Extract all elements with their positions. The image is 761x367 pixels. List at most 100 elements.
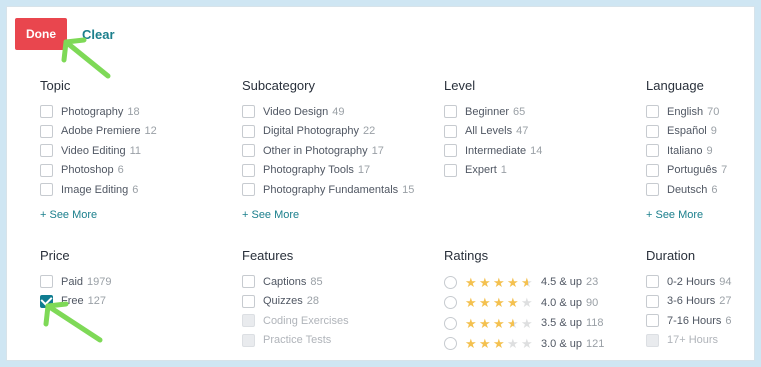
see-more-link[interactable]: + See More [646, 209, 751, 221]
option-count: 12 [144, 125, 157, 138]
checkbox[interactable] [40, 144, 53, 158]
filter-option[interactable]: ★ ★ ★ ★ ★ 4.5 & up 23 [444, 272, 634, 293]
checkbox[interactable] [242, 275, 255, 289]
checkbox[interactable] [242, 163, 255, 177]
filter-option[interactable]: Image Editing 6 [40, 180, 230, 200]
option-count: 18 [127, 105, 140, 118]
filter-group-topic: Topic Photography 18 Adobe Premiere 12 Video … [40, 78, 230, 221]
checkbox[interactable] [242, 294, 255, 308]
star-rating: ★ ★ ★ ★ ★ [465, 317, 535, 330]
checkbox[interactable] [646, 144, 659, 158]
filter-option[interactable]: Photography Fundamentals 15 [242, 180, 442, 200]
filter-option[interactable]: Beginner 65 [444, 102, 634, 122]
checkbox[interactable] [40, 183, 53, 197]
filter-option[interactable]: Expert 1 [444, 161, 634, 181]
option-label: 3.0 & up [541, 337, 582, 350]
filter-option[interactable]: 7-16 Hours 6 [646, 311, 751, 331]
filter-option[interactable]: Deutsch 6 [646, 180, 751, 200]
filter-option[interactable]: Português 7 [646, 161, 751, 181]
filter-option[interactable]: Photography 18 [40, 102, 230, 122]
option-label: Digital Photography [263, 125, 360, 138]
filter-option[interactable]: ★ ★ ★ ★ ★ 3.0 & up 121 [444, 334, 634, 355]
star-rating: ★ ★ ★ ★ ★ [465, 276, 535, 289]
checkbox[interactable] [242, 124, 255, 138]
filter-option[interactable]: All Levels 47 [444, 122, 634, 142]
option-label: Photoshop [61, 164, 114, 177]
rating-radio[interactable] [444, 296, 457, 310]
checkbox[interactable] [242, 183, 255, 197]
filter-option[interactable]: Captions 85 [242, 272, 442, 292]
star-icon: ★ [493, 336, 505, 352]
done-button[interactable]: Done [15, 18, 67, 50]
filter-option[interactable]: ★ ★ ★ ★ ★ 3.5 & up 118 [444, 313, 634, 334]
filter-option[interactable]: Paid 1979 [40, 272, 230, 292]
checkbox[interactable] [444, 144, 457, 158]
filter-group-title: Level [444, 78, 476, 93]
filter-option[interactable]: Other in Photography 17 [242, 141, 442, 161]
filter-option[interactable]: Digital Photography 22 [242, 122, 442, 142]
checkbox [646, 333, 659, 347]
option-count: 90 [585, 296, 599, 309]
checkbox[interactable] [242, 144, 255, 158]
option-count: 23 [585, 276, 599, 289]
filter-option[interactable]: 0-2 Hours 94 [646, 272, 751, 292]
star-icon: ★ [465, 295, 477, 311]
checkbox[interactable] [646, 163, 659, 177]
filter-group-title: Ratings [444, 248, 489, 263]
star-icon: ★ [479, 274, 491, 290]
filter-option[interactable]: Adobe Premiere 12 [40, 122, 230, 142]
star-rating: ★ ★ ★ ★ ★ [465, 296, 535, 309]
checkbox[interactable] [646, 275, 659, 289]
checkbox[interactable] [444, 163, 457, 177]
option-count: 49 [332, 105, 345, 118]
star-icon: ★ [507, 336, 519, 352]
checkbox[interactable] [646, 294, 659, 308]
rating-radio[interactable] [444, 275, 457, 289]
checkbox[interactable] [444, 105, 457, 119]
star-icon: ★ [479, 315, 491, 331]
checkbox[interactable] [646, 183, 659, 197]
filter-option[interactable]: Free 127 [40, 292, 230, 312]
star-icon: ★ [465, 315, 477, 331]
option-label: 0-2 Hours [667, 275, 716, 288]
checkbox[interactable] [242, 105, 255, 119]
checkbox[interactable] [40, 163, 53, 177]
filter-option[interactable]: Intermediate 14 [444, 141, 634, 161]
checkbox[interactable] [40, 105, 53, 119]
option-count: 6 [725, 314, 732, 327]
rating-radio[interactable] [444, 316, 457, 330]
option-label: Other in Photography [263, 144, 368, 157]
checkbox-checked[interactable] [40, 294, 53, 308]
filter-option[interactable]: Video Editing 11 [40, 141, 230, 161]
see-more-link[interactable]: + See More [40, 209, 230, 221]
filter-option[interactable]: English 70 [646, 102, 751, 122]
checkbox [242, 333, 255, 347]
filter-option[interactable]: Photoshop 6 [40, 161, 230, 181]
filter-option[interactable]: 3-6 Hours 27 [646, 292, 751, 312]
option-label: Practice Tests [263, 334, 332, 347]
filter-option[interactable]: Photography Tools 17 [242, 161, 442, 181]
filter-option[interactable]: Quizzes 28 [242, 292, 442, 312]
see-more-link[interactable]: + See More [242, 209, 442, 221]
checkbox[interactable] [444, 124, 457, 138]
filter-group-title: Subcategory [242, 78, 315, 93]
filter-option[interactable]: Italiano 9 [646, 141, 751, 161]
filter-option[interactable]: ★ ★ ★ ★ ★ 4.0 & up 90 [444, 293, 634, 314]
checkbox[interactable] [40, 275, 53, 289]
option-label: Video Editing [61, 144, 126, 157]
clear-link[interactable]: Clear [82, 27, 115, 42]
checkbox[interactable] [646, 124, 659, 138]
filter-option: Coding Exercises [242, 311, 442, 331]
filter-option[interactable]: Video Design 49 [242, 102, 442, 122]
filter-group-price: Price Paid 1979 Free 127 [40, 248, 230, 311]
option-label: 3-6 Hours [667, 295, 716, 308]
checkbox[interactable] [40, 124, 53, 138]
checkbox[interactable] [646, 314, 659, 328]
checkbox[interactable] [646, 105, 659, 119]
option-count: 6 [132, 183, 139, 196]
filter-option[interactable]: Español 9 [646, 122, 751, 142]
option-count: 65 [513, 105, 526, 118]
option-label: Photography [61, 105, 124, 118]
option-label: 3.5 & up [541, 317, 582, 330]
rating-radio[interactable] [444, 337, 457, 351]
